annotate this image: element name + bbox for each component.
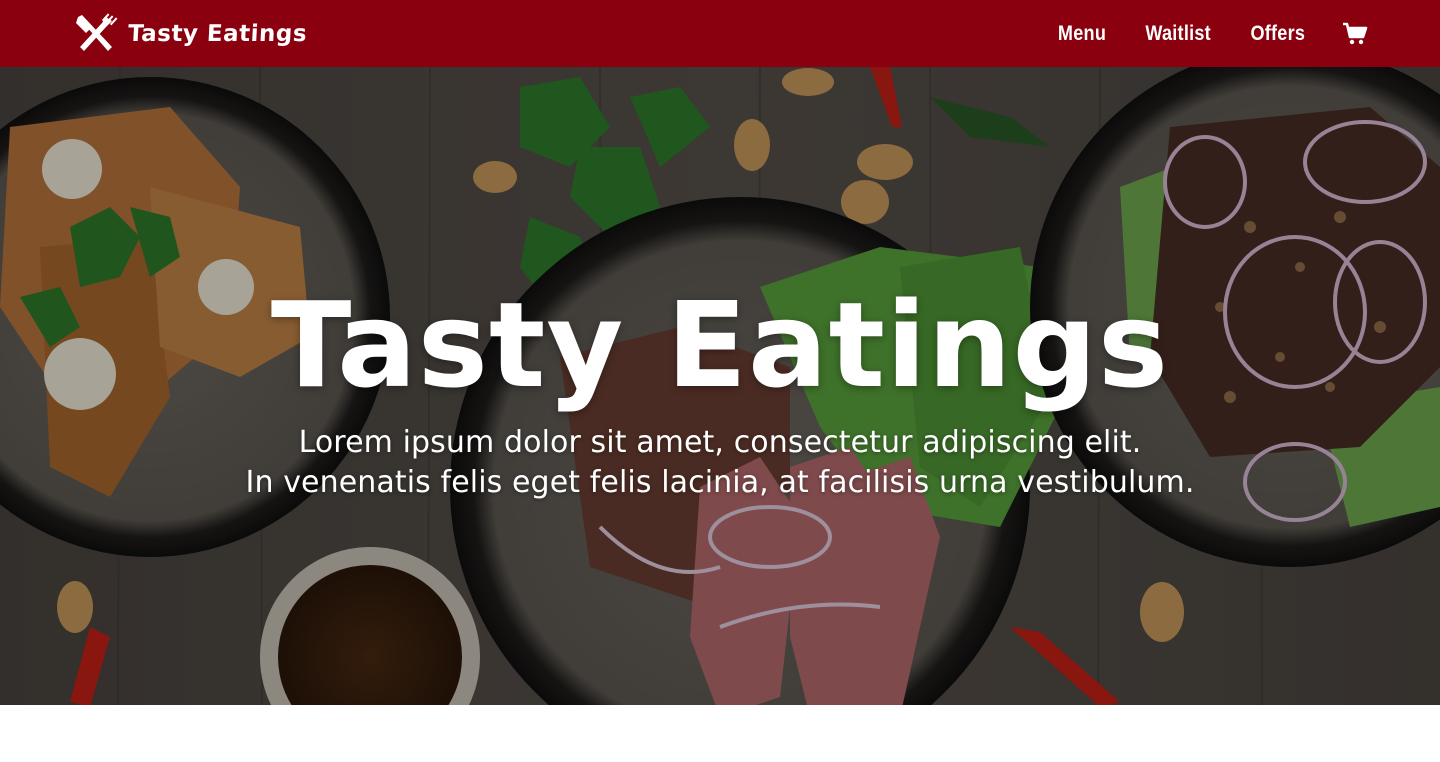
shopping-cart-icon[interactable] <box>1342 22 1368 46</box>
hero-subtitle-line-2: In venenatis felis eget felis lacinia, a… <box>245 465 1195 500</box>
brand-name: Tasty Eatings <box>127 20 308 47</box>
page-content-start <box>0 705 1440 762</box>
fork-knife-crossed-icon <box>76 12 118 51</box>
nav-link-offers[interactable]: Offers <box>1251 22 1306 46</box>
nav-link-waitlist[interactable]: Waitlist <box>1145 22 1211 46</box>
brand-home-link[interactable]: Tasty Eatings <box>72 12 308 55</box>
nav-links: Menu Waitlist Offers <box>1054 22 1368 46</box>
navbar: Tasty Eatings Menu Waitlist Offers <box>0 0 1440 67</box>
hero-subtitle: Lorem ipsum dolor sit amet, consectetur … <box>0 423 1440 503</box>
hero-title: Tasty Eatings <box>270 276 1170 414</box>
hero-section: Tasty Eatings Lorem ipsum dolor sit amet… <box>0 67 1440 705</box>
hero-content: Tasty Eatings Lorem ipsum dolor sit amet… <box>0 67 1440 705</box>
nav-link-menu[interactable]: Menu <box>1058 22 1106 46</box>
hero-subtitle-line-1: Lorem ipsum dolor sit amet, consectetur … <box>298 425 1142 460</box>
